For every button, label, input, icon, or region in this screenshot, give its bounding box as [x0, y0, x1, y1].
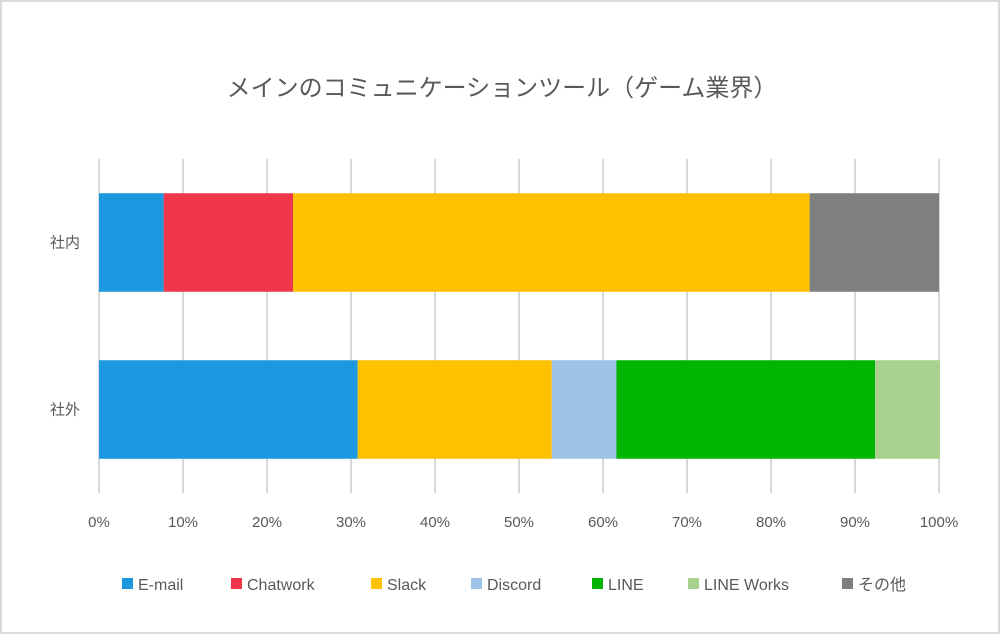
category-axis: 社内社外 — [50, 234, 80, 419]
legend-label: LINE Works — [704, 577, 789, 594]
x-tick-label: 30% — [336, 514, 366, 531]
legend-label: E-mail — [138, 577, 183, 594]
bar-segment-その他-0 — [809, 193, 939, 292]
x-tick-label: 10% — [168, 514, 198, 531]
legend-swatch — [688, 578, 699, 589]
bar-segment-e-mail-1 — [99, 360, 358, 459]
legend-label: その他 — [858, 576, 906, 594]
legend-item: その他 — [842, 576, 906, 594]
legend-item: E-mail — [122, 577, 183, 594]
stacked-bar-chart: 0% 10% 20% 30% 40% 50% 60% 70% 80% 90% 100% 社内社外 E… — [50, 159, 958, 594]
legend-swatch — [371, 578, 382, 589]
category-label: 社内 — [50, 234, 80, 252]
x-tick-label: 20% — [252, 514, 282, 531]
bar-segment-line-1 — [616, 360, 876, 459]
x-tick-label: 60% — [588, 514, 618, 531]
x-tick-label: 40% — [420, 514, 450, 531]
bar-segment-e-mail-0 — [99, 193, 164, 292]
legend-swatch — [122, 578, 133, 589]
legend-label: Discord — [487, 577, 541, 594]
legend-swatch — [231, 578, 242, 589]
legend-label: LINE — [608, 577, 644, 594]
x-tick-label: 100% — [920, 514, 958, 531]
bar-segment-discord-1 — [551, 360, 617, 459]
x-tick-label: 80% — [756, 514, 786, 531]
legend-item: Chatwork — [231, 577, 316, 594]
bar-segment-line-works-1 — [875, 360, 940, 459]
x-tick-label: 50% — [504, 514, 534, 531]
legend-swatch — [471, 578, 482, 589]
x-axis-ticks: 0% 10% 20% 30% 40% 50% 60% 70% 80% 90% 100% — [88, 514, 958, 531]
legend-swatch — [842, 578, 853, 589]
legend-item: Slack — [371, 577, 427, 594]
legend-label: Chatwork — [247, 577, 316, 594]
legend-label: Slack — [387, 577, 427, 594]
category-label: 社外 — [50, 401, 80, 419]
bar-segment-chatwork-0 — [163, 193, 294, 292]
legend-item: LINE Works — [688, 577, 789, 594]
bar-segment-slack-1 — [357, 360, 552, 459]
x-tick-label: 90% — [840, 514, 870, 531]
legend: E-mail Chatwork Slack Discord LINE LINE Works… — [122, 576, 906, 594]
x-tick-label: 70% — [672, 514, 702, 531]
legend-item: LINE — [592, 577, 644, 594]
legend-item: Discord — [471, 577, 541, 594]
x-tick-label: 0% — [88, 514, 110, 531]
bar-segment-slack-0 — [293, 193, 810, 292]
legend-swatch — [592, 578, 603, 589]
